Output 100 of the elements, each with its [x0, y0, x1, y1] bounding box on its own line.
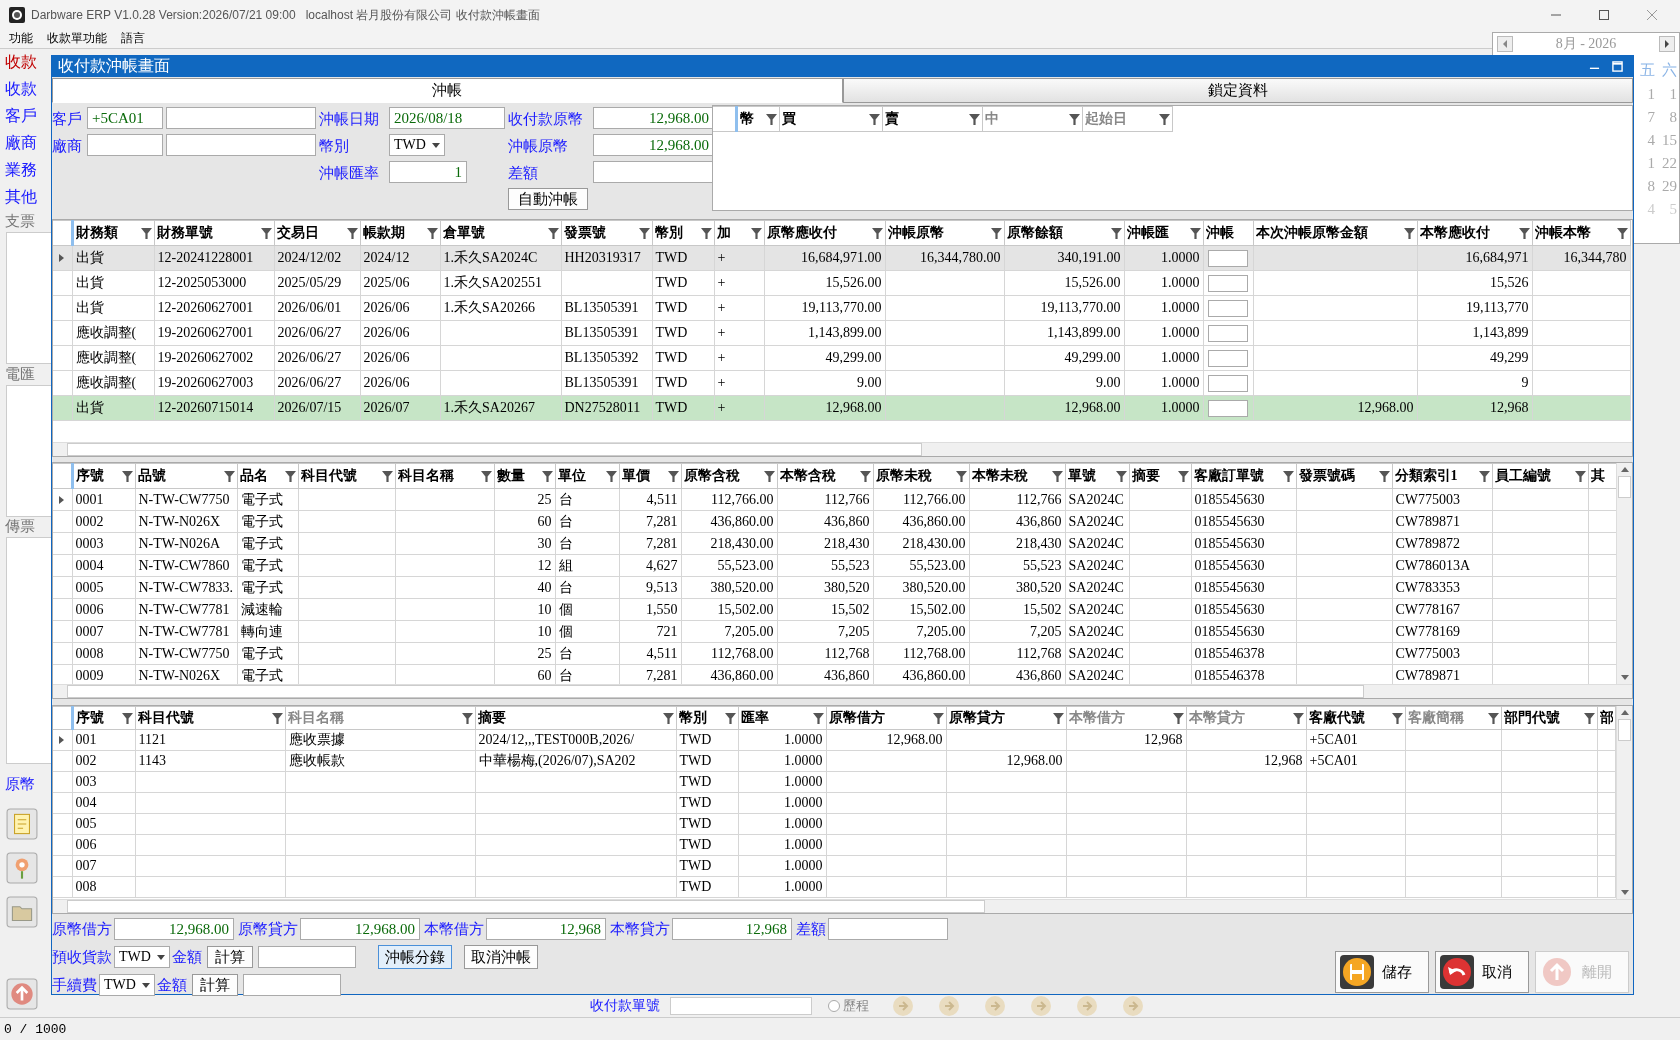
filter-icon[interactable]	[1574, 470, 1586, 482]
dropdown[interactable]: TWD	[114, 946, 170, 968]
filter-icon[interactable]	[541, 470, 553, 482]
filter-icon[interactable]	[1110, 227, 1122, 239]
filter-icon[interactable]	[1051, 470, 1063, 482]
filter-icon[interactable]	[121, 712, 133, 724]
filter-icon[interactable]	[284, 470, 296, 482]
filter-icon[interactable]	[1172, 712, 1184, 724]
input-field[interactable]	[670, 997, 812, 1015]
filter-icon[interactable]	[1518, 227, 1530, 239]
input-field[interactable]	[87, 134, 163, 156]
checkbox[interactable]	[1208, 274, 1248, 292]
input-field[interactable]: 12,968.00	[593, 134, 714, 156]
filter-icon[interactable]	[381, 470, 393, 482]
filter-icon[interactable]	[140, 227, 152, 239]
filter-icon[interactable]	[121, 470, 133, 482]
scrollbar[interactable]	[1616, 463, 1632, 684]
filter-icon[interactable]	[1158, 113, 1170, 125]
calculate-button[interactable]: 計算	[192, 974, 238, 996]
input-field[interactable]: 12,968.00	[114, 918, 234, 940]
tab[interactable]: 鎖定資料	[842, 78, 1633, 103]
filter-icon[interactable]	[990, 227, 1002, 239]
table-row[interactable]: 出貨 12-20260627001 2026/06/01 2026/06 1.禾久SA20266 BL13505391 TWD + 19,113,770.00 19,113,770.00 1.0000 19,113,770	[53, 295, 1630, 321]
next-icon[interactable]	[1659, 36, 1675, 52]
maximize-icon[interactable]	[1598, 9, 1610, 21]
column-header[interactable]: 品號	[137, 467, 166, 485]
filter-icon[interactable]	[260, 227, 272, 239]
table-row[interactable]: 001 1121 應收票據 2024/12,,,TEST000B,2026/ TWD 1.0000 12,968.00 12,968 +5CA01	[53, 729, 1615, 751]
table-row[interactable]: 0007 N-TW-CW7781 轉向連 10 個 721 7,205.00 7,205 7,205.00 7,205 SA2024C 0185545630 CW778169	[53, 620, 1616, 643]
table-row[interactable]: 出貨 12-2025053000 2025/05/29 2025/06 1.禾久SA202551 TWD + 15,526.00 15,526.00 1.0000 15,526	[53, 270, 1630, 296]
scrollbar[interactable]	[1616, 706, 1632, 899]
filter-icon[interactable]	[1068, 113, 1080, 125]
dropdown[interactable]: TWD	[389, 134, 445, 156]
table-row[interactable]: 004 TWD 1.0000	[53, 792, 1615, 814]
filter-icon[interactable]	[638, 227, 650, 239]
table-row[interactable]: 002 1143 應收帳款 中華楊梅,(2026/07),SA202 TWD 1.0000 12,968.00 12,968 +5CA01	[53, 750, 1615, 772]
table-row[interactable]: 0004 N-TW-CW7860 電子式 12 組 4,627 55,523.00 55,523 55,523.00 55,523 SA2024C 0185545630 CW786013A	[53, 554, 1616, 577]
filter-icon[interactable]	[346, 227, 358, 239]
input-field[interactable]: 12,968	[672, 918, 792, 940]
table-row[interactable]: 應收調整( 19-20260627001 2026/06/27 2026/06 BL13505391 TWD + 1,143,899.00 1,143,899.00 1.0000 1,143,899	[53, 320, 1630, 346]
table-row[interactable]: 0006 N-TW-CW7781 減速輪 10 個 1,550 15,502.00 15,502 15,502.00 15,502 SA2024C 0185545630 CW778167	[53, 598, 1616, 621]
filter-icon[interactable]	[461, 712, 473, 724]
scrollbar[interactable]	[53, 442, 1632, 456]
filter-icon[interactable]	[426, 227, 438, 239]
checkbox[interactable]	[1208, 324, 1248, 342]
filter-icon[interactable]	[480, 470, 492, 482]
filter-icon[interactable]	[871, 227, 883, 239]
table-row[interactable]: 應收調整( 19-20260627002 2026/06/27 2026/06 BL13505392 TWD + 49,299.00 49,299.00 1.0000 49,299	[53, 345, 1630, 371]
menu-item[interactable]: 語言	[121, 30, 145, 48]
filter-icon[interactable]	[859, 470, 871, 482]
close-icon[interactable]	[1646, 9, 1658, 21]
input-field[interactable]	[828, 918, 948, 940]
input-field[interactable]	[258, 946, 356, 968]
filter-icon[interactable]	[868, 113, 880, 125]
menu-item[interactable]: 功能	[9, 30, 33, 48]
calculate-button[interactable]: 計算	[207, 946, 253, 968]
input-field[interactable]: 2026/08/18	[389, 107, 505, 129]
dropdown[interactable]: TWD	[99, 974, 155, 996]
filter-icon[interactable]	[968, 113, 980, 125]
filter-icon[interactable]	[1478, 470, 1490, 482]
column-header[interactable]: 買	[781, 110, 796, 128]
filter-icon[interactable]	[1282, 470, 1294, 482]
table-row[interactable]: 0008 N-TW-CW7750 電子式 25 台 4,511 112,768.00 112,768 112,768.00 112,768 SA2024C 0185546378 CW775003	[53, 642, 1616, 665]
input-field[interactable]	[166, 107, 316, 129]
filter-icon[interactable]	[223, 470, 235, 482]
filter-icon[interactable]	[1177, 470, 1189, 482]
filter-icon[interactable]	[750, 227, 762, 239]
scrollbar[interactable]	[53, 684, 1632, 698]
voucher-button[interactable]: 沖帳分錄	[378, 945, 452, 969]
filter-icon[interactable]	[547, 227, 559, 239]
table-row[interactable]: 出貨 12-20260715014 2026/07/15 2026/07 1.禾久SA20267 DN27528011 TWD + 12,968.00 12,968.00 1.0000 12,968.00 12,968	[53, 395, 1630, 421]
checkbox[interactable]	[1208, 299, 1248, 317]
filter-icon[interactable]	[1616, 227, 1628, 239]
input-field[interactable]	[166, 134, 316, 156]
scrollbar[interactable]	[53, 899, 1632, 913]
filter-icon[interactable]	[1403, 227, 1415, 239]
filter-icon[interactable]	[1391, 712, 1403, 724]
checkbox[interactable]	[1208, 374, 1248, 392]
filter-icon[interactable]	[1052, 712, 1064, 724]
save-button[interactable]: 儲存	[1335, 951, 1429, 993]
table-row[interactable]: 出貨 12-20241228001 2024/12/02 2024/12 1.禾久SA2024C HH20319317 TWD + 16,684,971.00 16,344,780.00 340,191.00 1.0000 16,684,971 16,344,780	[53, 245, 1630, 271]
table-row[interactable]: 0003 N-TW-N026A 電子式 30 台 7,281 218,430.00 218,430 218,430.00 218,430 SA2024C 0185545630 CW789872	[53, 532, 1616, 555]
table-row[interactable]: 003 TWD 1.0000	[53, 771, 1615, 793]
column-header[interactable]: 賣	[884, 110, 899, 128]
filter-icon[interactable]	[700, 227, 712, 239]
checkbox[interactable]	[1208, 249, 1248, 267]
filter-icon[interactable]	[1583, 712, 1595, 724]
column-header[interactable]: 中	[984, 110, 999, 128]
table-row[interactable]: 007 TWD 1.0000	[53, 855, 1615, 877]
filter-icon[interactable]	[724, 712, 736, 724]
input-field[interactable]: +5CA01	[87, 107, 163, 129]
filter-icon[interactable]	[667, 470, 679, 482]
filter-icon[interactable]	[1189, 227, 1201, 239]
filter-icon[interactable]	[271, 712, 283, 724]
previous-icon[interactable]	[1497, 36, 1513, 52]
filter-icon[interactable]	[932, 712, 944, 724]
checkbox[interactable]	[1208, 399, 1248, 417]
filter-icon[interactable]	[1487, 712, 1499, 724]
filter-icon[interactable]	[955, 470, 967, 482]
input-field[interactable]	[593, 161, 714, 183]
